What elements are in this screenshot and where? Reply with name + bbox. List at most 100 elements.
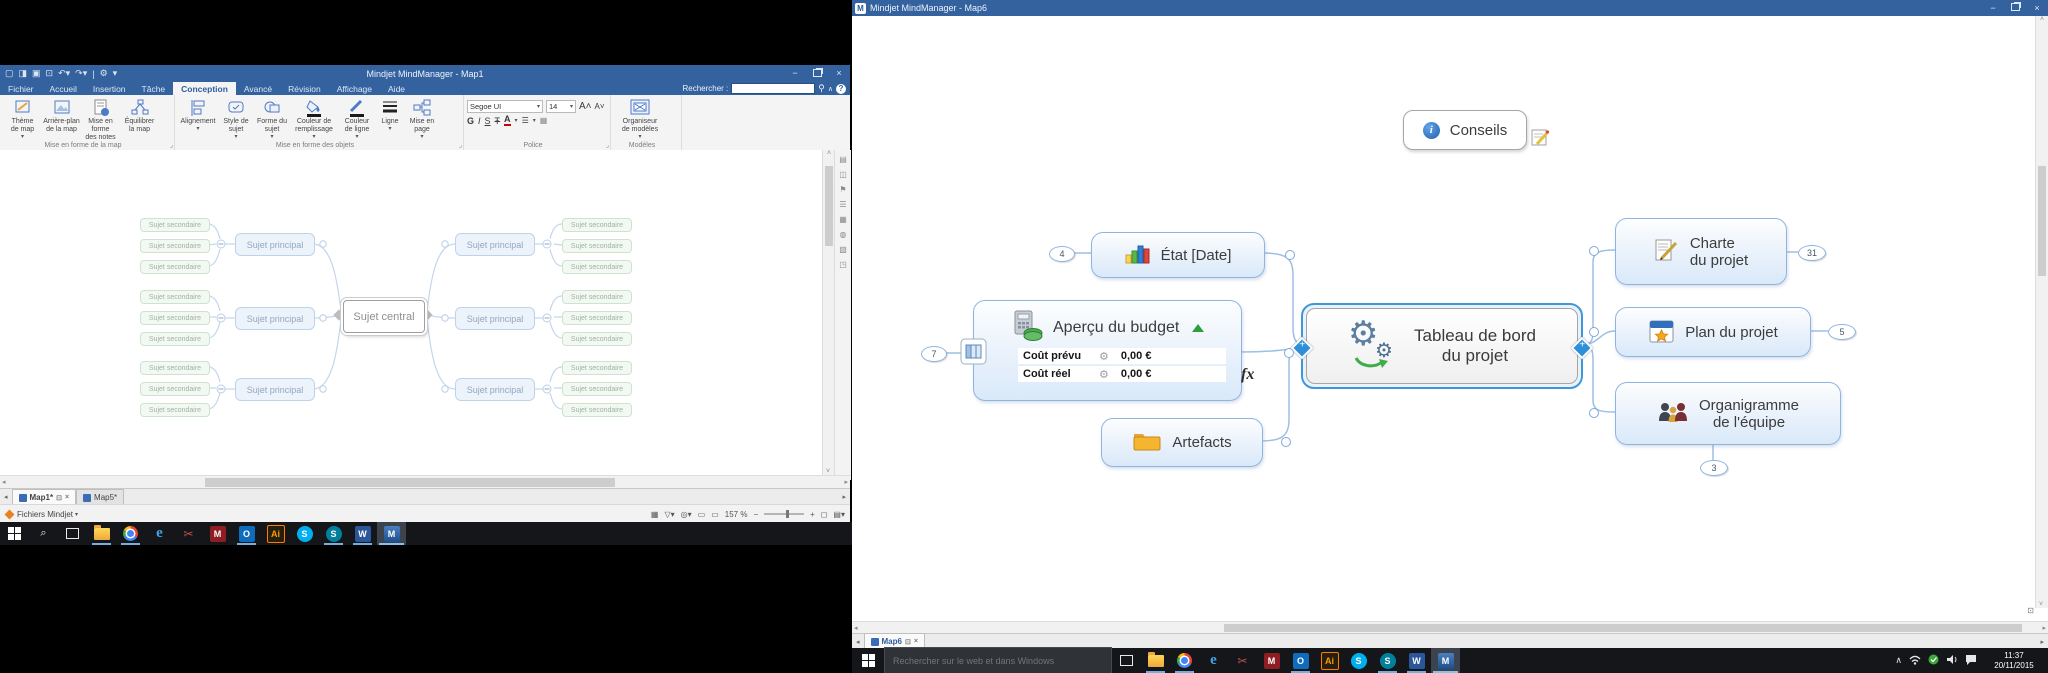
theme-de-map-button[interactable]: Thème de map▾: [3, 98, 42, 141]
help-icon[interactable]: ?: [836, 84, 846, 94]
scroll-right-icon[interactable]: ▸: [2042, 624, 2046, 632]
outlook-icon[interactable]: O: [232, 522, 261, 545]
redo-icon[interactable]: ↷▾: [75, 68, 87, 79]
search-pane-icon[interactable]: ◍: [840, 230, 847, 239]
tab-float-icon[interactable]: ⊡: [905, 638, 911, 646]
tab-scroll-right-icon[interactable]: ▸: [838, 493, 850, 501]
map1-canvas[interactable]: Sujet secondaire Sujet secondaire Sujet …: [0, 150, 822, 475]
binoculars-icon[interactable]: ⚲: [818, 83, 825, 94]
secondary-topic[interactable]: Sujet secondaire: [562, 239, 632, 253]
arriere-plan-button[interactable]: Arrière-plan de la map: [42, 98, 81, 134]
wifi-icon[interactable]: [1909, 655, 1921, 667]
topic-apercu-budget[interactable]: Aperçu du budget Coût prévu ⚙ 0,00 € Coû…: [973, 300, 1242, 401]
snapshot-pane-icon[interactable]: ◳: [839, 260, 847, 269]
subtopic-count-badge[interactable]: 7: [921, 346, 947, 362]
dialog-launcher-icon[interactable]: ⌟: [459, 141, 462, 149]
main-topic[interactable]: Sujet principal: [455, 307, 535, 330]
show-hide-icon[interactable]: ▦: [651, 510, 659, 519]
secondary-topic[interactable]: Sujet secondaire: [140, 260, 210, 274]
tab-tache[interactable]: Tâche: [134, 82, 174, 95]
paragraph-align-icon[interactable]: ☰: [522, 116, 529, 125]
tab-conception[interactable]: Conception: [173, 82, 236, 95]
secondary-topic[interactable]: Sujet secondaire: [140, 361, 210, 375]
grow-font-icon[interactable]: A˄: [579, 101, 592, 112]
font-name-select[interactable]: Segoe UI▾: [467, 100, 543, 113]
search-input[interactable]: [731, 83, 815, 94]
main-topic[interactable]: Sujet principal: [235, 378, 315, 401]
autocalc-gear-icon[interactable]: ⚙: [1099, 350, 1109, 363]
scroll-up-icon[interactable]: ˄: [2040, 16, 2044, 23]
secondary-topic[interactable]: Sujet secondaire: [562, 218, 632, 232]
dialog-launcher-icon[interactable]: ⌟: [170, 141, 173, 149]
scroll-down-icon[interactable]: ˅: [2039, 601, 2043, 608]
view-options-icon[interactable]: ▤▾: [833, 510, 845, 519]
tray-expand-icon[interactable]: ∧: [1895, 655, 1902, 666]
secondary-topic[interactable]: Sujet secondaire: [562, 260, 632, 274]
dialog-launcher-icon[interactable]: ⌟: [606, 141, 609, 149]
tab-affichage[interactable]: Affichage: [329, 82, 380, 95]
new-file-icon[interactable]: ▢: [5, 68, 14, 79]
doc-tab-map5[interactable]: Map5*: [76, 489, 124, 505]
zoom-slider[interactable]: [764, 513, 804, 515]
outline-pane-icon[interactable]: ☰: [839, 200, 846, 209]
secondary-topic[interactable]: Sujet secondaire: [140, 239, 210, 253]
equilibrer-map-button[interactable]: Équilibrer la map: [120, 98, 159, 134]
minimize-button[interactable]: −: [784, 69, 806, 78]
secondary-topic[interactable]: Sujet secondaire: [140, 290, 210, 304]
main-topic[interactable]: Sujet principal: [235, 307, 315, 330]
tab-avance[interactable]: Avancé: [236, 82, 280, 95]
volume-icon[interactable]: [1946, 654, 1958, 667]
bold-button[interactable]: G: [467, 116, 474, 126]
topic-plan[interactable]: Plan du projet: [1615, 307, 1811, 357]
strikethrough-button[interactable]: Ŧ: [495, 116, 501, 126]
central-topic[interactable]: Sujet central: [343, 300, 425, 333]
comments-pane-icon[interactable]: ◫: [839, 170, 847, 179]
horizontal-scroll-thumb[interactable]: [205, 478, 615, 487]
floating-topic-conseils[interactable]: i Conseils: [1403, 110, 1527, 150]
central-topic-selected[interactable]: ⚙⚙ Tableau de bord du projet: [1301, 303, 1583, 389]
secondary-topic[interactable]: Sujet secondaire: [562, 332, 632, 346]
tab-revision[interactable]: Révision: [280, 82, 329, 95]
mise-en-page-button[interactable]: Mise en page▾: [404, 98, 440, 141]
main-topic[interactable]: Sujet principal: [455, 233, 535, 256]
right-titlebar[interactable]: M Mindjet MindManager - Map6 − ×: [852, 0, 2048, 16]
word-icon[interactable]: W: [348, 522, 377, 545]
open-file-icon[interactable]: ◨: [19, 68, 28, 79]
secondary-topic[interactable]: Sujet secondaire: [562, 403, 632, 417]
index-pane-icon[interactable]: ▤: [839, 155, 847, 164]
task-view-icon[interactable]: [1112, 648, 1141, 673]
action-center-icon[interactable]: [1965, 654, 1977, 667]
tab-scroll-left-icon[interactable]: ◂: [852, 638, 864, 646]
vertical-scroll-thumb[interactable]: [825, 166, 833, 246]
couleur-de-ligne-button[interactable]: Couleur de ligne▾: [338, 98, 376, 141]
illustrator-icon[interactable]: Ai: [261, 522, 290, 545]
left-titlebar[interactable]: ▢ ◨ ▣ ⊡ ↶▾ ↷▾ | ⚙ ▾ Mindjet MindManager …: [0, 65, 850, 82]
shrink-font-icon[interactable]: A˅: [595, 102, 605, 111]
secondary-topic[interactable]: Sujet secondaire: [562, 361, 632, 375]
boundary-marker-icon[interactable]: [960, 338, 987, 370]
tab-close-icon[interactable]: ×: [914, 638, 918, 645]
secondary-topic[interactable]: Sujet secondaire: [140, 382, 210, 396]
clear-format-icon[interactable]: ▦: [540, 116, 548, 125]
map-overview-button[interactable]: ⊡: [2027, 606, 2034, 615]
tab-fichier[interactable]: Fichier: [0, 82, 42, 95]
secondary-topic[interactable]: Sujet secondaire: [140, 311, 210, 325]
mindjet-files-button[interactable]: Fichiers Mindjet: [17, 510, 73, 519]
mindjet-viewer-icon[interactable]: M: [1257, 648, 1286, 673]
fit-map-icon[interactable]: ◻: [821, 510, 828, 519]
illustrator-icon[interactable]: Ai: [1315, 648, 1344, 673]
zoom-slider-thumb[interactable]: [786, 510, 789, 518]
mindmanager-taskbar-icon[interactable]: M: [1431, 648, 1460, 673]
map-view-icon[interactable]: ▭: [711, 510, 719, 519]
start-button[interactable]: [0, 522, 29, 545]
zoom-out-icon[interactable]: −: [753, 510, 758, 519]
start-button[interactable]: [852, 648, 884, 673]
sync-status-icon[interactable]: [1928, 654, 1939, 667]
doc-tab-map1[interactable]: Map1* ⊡ ×: [12, 489, 77, 505]
font-size-select[interactable]: 14▾: [546, 100, 576, 113]
subtopic-count-badge[interactable]: 3: [1700, 460, 1728, 476]
filter-icon[interactable]: ▽▾: [664, 510, 674, 519]
styles-pane-icon[interactable]: ▧: [839, 245, 847, 254]
edge-icon[interactable]: e: [1199, 648, 1228, 673]
couleur-remplissage-button[interactable]: Couleur de remplissage▾: [290, 98, 338, 141]
